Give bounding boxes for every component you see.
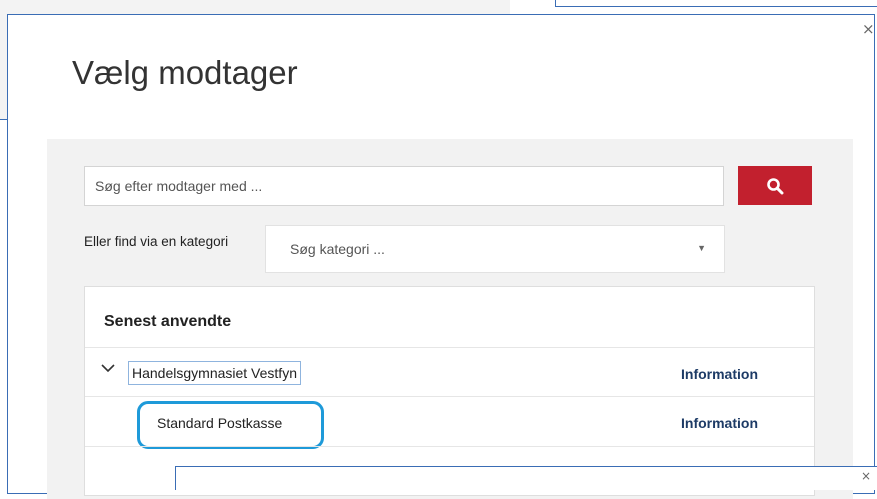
- search-placeholder: Søg efter modtager med ...: [95, 178, 263, 194]
- chevron-down-icon[interactable]: [101, 361, 115, 375]
- chevron-down-icon: ▼: [697, 243, 706, 253]
- divider: [85, 396, 814, 397]
- recent-heading: Senest anvendte: [104, 313, 232, 330]
- lower-dialog: [175, 466, 877, 490]
- background-window-edge: [555, 0, 877, 7]
- recipient-item[interactable]: Handelsgymnasiet Vestfyn: [128, 361, 301, 385]
- background-panel: [0, 0, 510, 15]
- divider: [85, 347, 814, 348]
- category-placeholder: Søg kategori ...: [290, 241, 385, 257]
- information-link[interactable]: Information: [681, 415, 758, 431]
- search-input[interactable]: Søg efter modtager med ...: [84, 166, 724, 206]
- search-icon: [767, 177, 784, 194]
- category-select[interactable]: Søg kategori ... ▼: [265, 225, 725, 273]
- highlight-annotation: [137, 401, 324, 449]
- divider: [85, 446, 814, 447]
- category-label: Eller find via en kategori: [84, 234, 229, 249]
- information-link[interactable]: Information: [681, 366, 758, 382]
- close-icon[interactable]: ×: [861, 470, 871, 482]
- search-button[interactable]: [738, 166, 812, 205]
- close-icon[interactable]: ×: [862, 22, 875, 37]
- dialog-title: Vælg modtager: [72, 54, 298, 91]
